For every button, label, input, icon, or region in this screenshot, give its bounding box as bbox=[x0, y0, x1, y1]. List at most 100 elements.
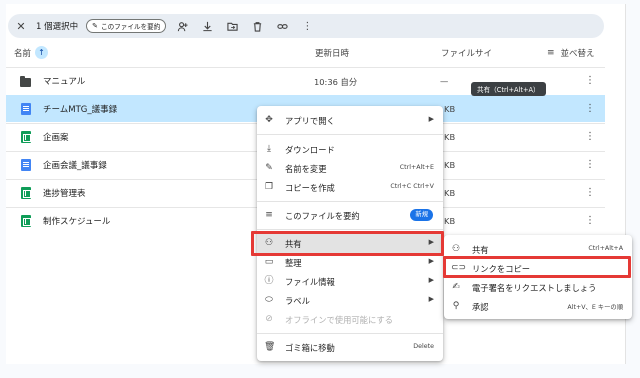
file-modified: 10:36 自分 bbox=[314, 77, 358, 87]
add-person-icon bbox=[177, 21, 188, 31]
menu-item-label: ダウンロード bbox=[285, 145, 335, 155]
submenu-item-approval[interactable]: ⚲ 承認 Alt+V、E キーの順 bbox=[444, 296, 632, 316]
chevron-right-icon: ▶ bbox=[428, 257, 434, 265]
selection-toolbar: ✕ 1 個選択中 ✎ このファイルを要約 ⋮ bbox=[8, 14, 604, 38]
menu-item-summarize[interactable]: ≡ このファイルを要約 新規 bbox=[257, 205, 443, 225]
menu-item-label: 整理 bbox=[285, 258, 302, 268]
sort-icon: ≡ bbox=[547, 48, 555, 58]
move-button[interactable] bbox=[223, 17, 241, 35]
right-side-panel bbox=[626, 0, 640, 378]
menu-item-offline: ⊘ オフラインで使用可能にする bbox=[257, 309, 443, 329]
name-column-header[interactable]: 名前 ↑ bbox=[14, 46, 49, 59]
file-size: KB bbox=[444, 104, 456, 114]
summarize-file-label: このファイルを要約 bbox=[101, 23, 161, 31]
submenu-item-shortcut: Ctrl+Alt+A bbox=[588, 245, 623, 252]
file-size: KB bbox=[444, 216, 456, 226]
approval-icon: ⚲ bbox=[452, 301, 460, 311]
menu-item-shortcut: Delete bbox=[413, 343, 434, 350]
add-person-icon: ⚇ bbox=[451, 244, 461, 254]
trash-icon: 🗑 bbox=[264, 342, 276, 352]
trash-icon bbox=[253, 21, 262, 32]
menu-item-download[interactable]: ⤓ ダウンロード bbox=[257, 139, 443, 159]
submenu-item-shortcut: Alt+V、E キーの順 bbox=[567, 304, 623, 311]
menu-item-label: オフラインで使用可能にする bbox=[285, 315, 393, 325]
more-vert-icon[interactable]: ⋮ bbox=[584, 214, 596, 228]
submenu-item-label: 共有 bbox=[472, 245, 489, 255]
copy-icon: ❐ bbox=[264, 182, 274, 192]
more-vert-icon: ⋮ bbox=[302, 20, 313, 32]
menu-item-label-submenu[interactable]: ⬭ ラベル ▶ bbox=[257, 290, 443, 310]
menu-item-label: ラベル bbox=[285, 296, 310, 306]
folder-icon bbox=[20, 75, 31, 87]
submenu-item-label: 電子署名をリクエストしましょう bbox=[472, 283, 597, 293]
sheets-icon bbox=[20, 187, 31, 199]
delete-button[interactable] bbox=[248, 17, 266, 35]
open-with-icon: ✥ bbox=[265, 115, 273, 125]
menu-item-trash[interactable]: 🗑 ゴミ箱に移動 Delete bbox=[257, 337, 443, 357]
docs-icon bbox=[20, 159, 31, 171]
menu-item-share[interactable]: ⚇ 共有 ▶ bbox=[257, 233, 443, 253]
sort-button[interactable]: ≡ 並べ替え bbox=[547, 47, 595, 59]
folder-move-icon: ▭ bbox=[264, 257, 274, 267]
signature-icon: ✍ bbox=[452, 282, 460, 292]
label-icon: ⬭ bbox=[265, 295, 273, 305]
file-name: 進捗管理表 bbox=[43, 189, 86, 199]
link-icon bbox=[277, 23, 288, 29]
menu-item-open-with[interactable]: ✥ アプリで開く ▶ bbox=[257, 110, 443, 130]
sort-label: 並べ替え bbox=[560, 49, 595, 59]
summarize-icon: ≡ bbox=[265, 210, 273, 220]
clear-selection-button[interactable]: ✕ bbox=[12, 17, 30, 35]
arrow-up-icon[interactable]: ↑ bbox=[35, 46, 49, 59]
name-column-label: 名前 bbox=[14, 48, 32, 59]
download-button[interactable] bbox=[198, 17, 216, 35]
info-icon: ⓘ bbox=[264, 276, 274, 286]
chevron-right-icon: ▶ bbox=[428, 115, 434, 123]
download-icon bbox=[203, 21, 212, 31]
file-name: 制作スケジュール bbox=[43, 217, 111, 227]
menu-item-label: このファイルを要約 bbox=[285, 211, 360, 221]
more-vert-icon[interactable]: ⋮ bbox=[584, 130, 596, 144]
chevron-right-icon: ▶ bbox=[428, 295, 434, 303]
submenu-item-share[interactable]: ⚇ 共有 Ctrl+Alt+A bbox=[444, 239, 632, 259]
submenu-item-esign[interactable]: ✍ 電子署名をリクエストしましょう bbox=[444, 277, 632, 297]
share-button[interactable] bbox=[173, 17, 191, 35]
menu-item-file-info[interactable]: ⓘ ファイル情報 ▶ bbox=[257, 271, 443, 291]
link-icon: ⊂⊃ bbox=[451, 263, 467, 273]
modified-column-header[interactable]: 更新日時 bbox=[315, 47, 349, 59]
copy-link-button[interactable] bbox=[273, 17, 291, 35]
more-vert-icon[interactable]: ⋮ bbox=[584, 74, 596, 88]
file-name: チームMTG_議事録 bbox=[43, 105, 118, 115]
menu-item-organize[interactable]: ▭ 整理 ▶ bbox=[257, 252, 443, 272]
close-icon: ✕ bbox=[16, 19, 26, 33]
menu-divider bbox=[257, 229, 443, 230]
menu-divider bbox=[257, 333, 443, 334]
menu-divider bbox=[257, 201, 443, 202]
docs-icon bbox=[20, 103, 31, 115]
more-vert-icon[interactable]: ⋮ bbox=[584, 158, 596, 172]
menu-item-rename[interactable]: ✎ 名前を変更 Ctrl+Alt+E bbox=[257, 158, 443, 178]
menu-item-make-copy[interactable]: ❐ コピーを作成 Ctrl+C Ctrl+V bbox=[257, 177, 443, 197]
submenu-item-copy-link[interactable]: ⊂⊃ リンクをコピー bbox=[444, 258, 632, 278]
sheets-icon bbox=[20, 131, 31, 143]
file-size: KB bbox=[444, 160, 456, 170]
menu-divider bbox=[257, 134, 443, 135]
sparkle-icon: ✎ bbox=[92, 22, 98, 30]
chevron-right-icon: ▶ bbox=[428, 276, 434, 284]
chevron-right-icon: ▶ bbox=[428, 238, 434, 246]
offline-icon: ⊘ bbox=[265, 314, 273, 324]
file-name: 企画会議_議事録 bbox=[43, 161, 107, 171]
file-size: — bbox=[440, 76, 449, 86]
more-vert-icon[interactable]: ⋮ bbox=[584, 102, 596, 116]
more-vert-icon[interactable]: ⋮ bbox=[584, 186, 596, 200]
summarize-file-button[interactable]: ✎ このファイルを要約 bbox=[86, 19, 167, 33]
move-folder-icon bbox=[227, 22, 238, 31]
menu-item-shortcut: Ctrl+C Ctrl+V bbox=[390, 183, 434, 190]
column-header: 名前 ↑ 更新日時 ファイルサイ ≡ 並べ替え bbox=[14, 46, 614, 60]
more-actions-button[interactable]: ⋮ bbox=[298, 17, 316, 35]
new-badge: 新規 bbox=[410, 209, 433, 221]
submenu-item-label: 承認 bbox=[472, 302, 489, 312]
file-size: KB bbox=[444, 132, 456, 142]
size-column-header[interactable]: ファイルサイ bbox=[441, 47, 492, 59]
menu-item-label: コピーを作成 bbox=[285, 183, 335, 193]
menu-item-label: ファイル情報 bbox=[285, 277, 335, 287]
